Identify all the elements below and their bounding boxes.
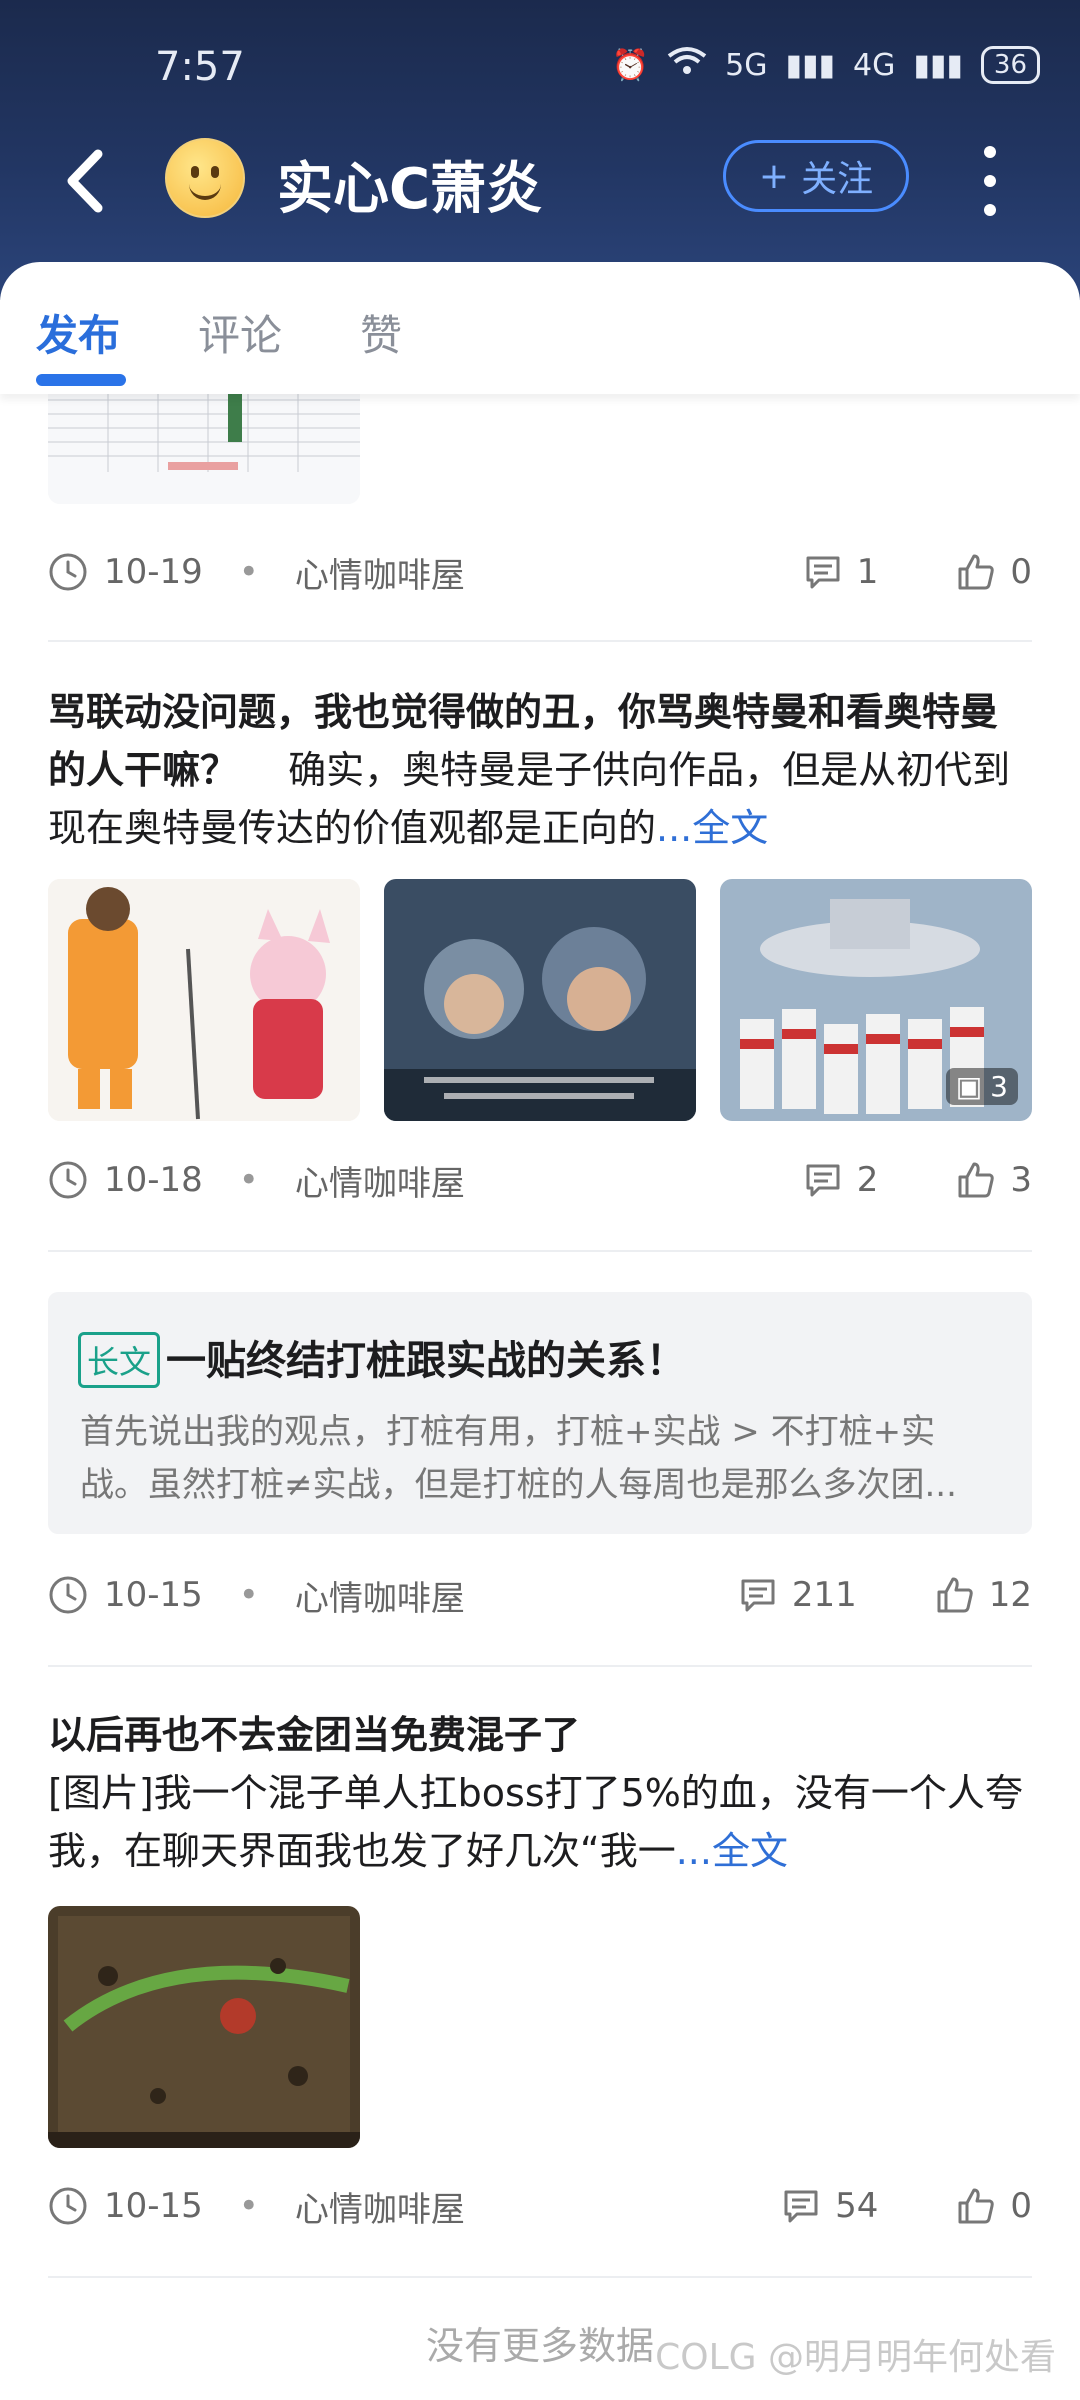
separator-dot: • — [238, 2186, 259, 2226]
separator-dot: • — [238, 552, 259, 592]
post-date: 10-18 — [104, 1160, 203, 1200]
comment-count: 211 — [791, 1575, 857, 1615]
wifi-icon — [667, 46, 707, 84]
divider — [48, 640, 1032, 642]
signal-bars-icon: ▮▮▮ — [785, 47, 836, 83]
article-excerpt: 首先说出我的观点，打桩有用，打桩+实战 > 不打桩+实战。虽然打桩≠实战，但是打… — [80, 1412, 957, 1505]
like-count: 12 — [988, 1575, 1032, 1615]
like-icon[interactable] — [956, 1160, 996, 1200]
post-date: 10-19 — [104, 552, 203, 592]
article-title: 一贴终结打桩跟实战的关系！ — [166, 1338, 686, 1384]
battery-indicator: 36 — [980, 46, 1040, 84]
post-stats: 54 0 — [781, 2186, 1032, 2226]
avatar-eye-icon — [191, 166, 199, 178]
avatar-eye-icon — [211, 166, 219, 178]
image-count-badge: ▣ 3 — [945, 1068, 1018, 1105]
dot-icon — [984, 204, 996, 216]
divider — [48, 2276, 1032, 2278]
comment-count: 1 — [856, 552, 879, 592]
post-meta: 10-19 • 心情咖啡屋 1 0 — [48, 542, 1032, 602]
like-count: 0 — [1010, 552, 1032, 592]
divider — [48, 1665, 1032, 1667]
post-circle[interactable]: 心情咖啡屋 — [295, 2182, 465, 2231]
status-icons: ⏰ 5G ▮▮▮ 4G ▮▮▮ 36 — [612, 46, 1040, 84]
separator-dot: • — [238, 1575, 259, 1615]
comment-icon[interactable] — [738, 1575, 778, 1615]
anime-characters-image — [48, 879, 360, 1121]
plus-icon: + — [758, 155, 790, 197]
more-menu-button[interactable] — [975, 146, 1005, 216]
profile-header: 7:57 ⏰ 5G ▮▮▮ 4G ▮▮▮ 36 实心C萧炎 + 关注 — [0, 0, 1080, 300]
post-image-thumbnail[interactable] — [48, 1906, 360, 2148]
clock-icon — [49, 1576, 87, 1614]
post-title: 以后再也不去金团当免费混子了 — [48, 1713, 581, 1757]
profile-nav: 实心C萧炎 + 关注 — [0, 130, 1080, 230]
signal-4g-label: 4G — [853, 47, 896, 83]
post-text[interactable]: 骂联动没问题，我也觉得做的丑，你骂奥特曼和看奥特曼的人干嘛？ 确实，奥特曼是子供… — [48, 683, 1032, 857]
alarm-icon: ⏰ — [611, 47, 650, 83]
post-stats: 2 3 — [803, 1160, 1032, 1200]
like-icon[interactable] — [935, 1575, 975, 1615]
post-circle[interactable]: 心情咖啡屋 — [295, 1571, 465, 1620]
post-body: [图片]我一个混子单人扛boss打了5%的血，没有一个人夸我，在聊天界面我也发了… — [48, 1771, 1023, 1873]
post-image-thumbnail[interactable] — [384, 879, 696, 1121]
signal-bars-icon-2: ▮▮▮ — [913, 47, 963, 83]
post-image-thumbnail[interactable]: ▣ 3 — [720, 879, 1032, 1121]
back-button[interactable] — [60, 146, 120, 216]
comment-icon[interactable] — [781, 2186, 821, 2226]
image-count: 3 — [990, 1070, 1008, 1103]
read-more-link[interactable]: ...全文 — [656, 806, 768, 850]
comment-count: 2 — [856, 1160, 879, 1200]
separator-dot: • — [238, 1160, 259, 1200]
user-name: 实心C萧炎 — [277, 157, 543, 222]
clock-icon — [49, 553, 87, 591]
post-stats: 1 0 — [803, 552, 1032, 592]
dot-icon — [984, 175, 996, 187]
like-count: 0 — [1010, 2186, 1032, 2226]
status-bar: 7:57 ⏰ 5G ▮▮▮ 4G ▮▮▮ 36 — [155, 40, 1040, 100]
active-tab-indicator — [36, 374, 126, 386]
post-image-thumbnail[interactable] — [48, 879, 360, 1121]
game-screenshot-image — [48, 1906, 360, 2148]
like-icon[interactable] — [956, 2186, 996, 2226]
like-icon[interactable] — [956, 552, 996, 592]
long-article-tag: 长文 — [78, 1332, 161, 1388]
follow-button[interactable]: + 关注 — [723, 140, 909, 212]
read-more-link[interactable]: ...全文 — [676, 1829, 788, 1873]
avatar-mouth-icon — [189, 180, 221, 200]
tab-publish[interactable]: 发布 — [36, 302, 120, 363]
tv-show-still-image — [384, 879, 696, 1121]
tab-comments[interactable]: 评论 — [198, 302, 282, 363]
status-time: 7:57 — [155, 44, 245, 90]
post-date: 10-15 — [104, 2186, 203, 2226]
post-date: 10-15 — [104, 1575, 203, 1615]
post-meta: 10-15 • 心情咖啡屋 54 0 — [48, 2176, 1032, 2236]
like-count: 3 — [1010, 1160, 1032, 1200]
comment-count: 54 — [835, 2186, 879, 2226]
comment-icon[interactable] — [803, 552, 843, 592]
long-article-card[interactable]: 长文 一贴终结打桩跟实战的关系！ 首先说出我的观点，打桩有用，打桩+实战 > 不… — [48, 1292, 1032, 1534]
clock-icon — [49, 2187, 87, 2225]
post-text[interactable]: 以后再也不去金团当免费混子了 [图片]我一个混子单人扛boss打了5%的血，没有… — [48, 1706, 1032, 1880]
image-stack-icon: ▣ — [955, 1070, 983, 1103]
avatar[interactable] — [165, 138, 245, 218]
back-arrow-icon — [67, 149, 103, 213]
post-stats: 211 12 — [738, 1575, 1032, 1615]
dot-icon — [984, 146, 996, 158]
post-meta: 10-15 • 心情咖啡屋 211 12 — [48, 1565, 1032, 1625]
divider — [48, 1250, 1032, 1252]
follow-label: 关注 — [801, 159, 874, 200]
post-circle[interactable]: 心情咖啡屋 — [295, 1156, 465, 1205]
post-meta: 10-18 • 心情咖啡屋 2 3 — [48, 1150, 1032, 1210]
comment-icon[interactable] — [803, 1160, 843, 1200]
signal-5g-label: 5G — [725, 47, 768, 83]
tab-likes[interactable]: 赞 — [360, 302, 402, 363]
watermark: COLG @明月明年何处看 — [655, 2337, 1056, 2378]
post-circle[interactable]: 心情咖啡屋 — [295, 548, 465, 597]
clock-icon — [49, 1161, 87, 1199]
profile-tabs: 发布 评论 赞 — [0, 262, 1080, 394]
